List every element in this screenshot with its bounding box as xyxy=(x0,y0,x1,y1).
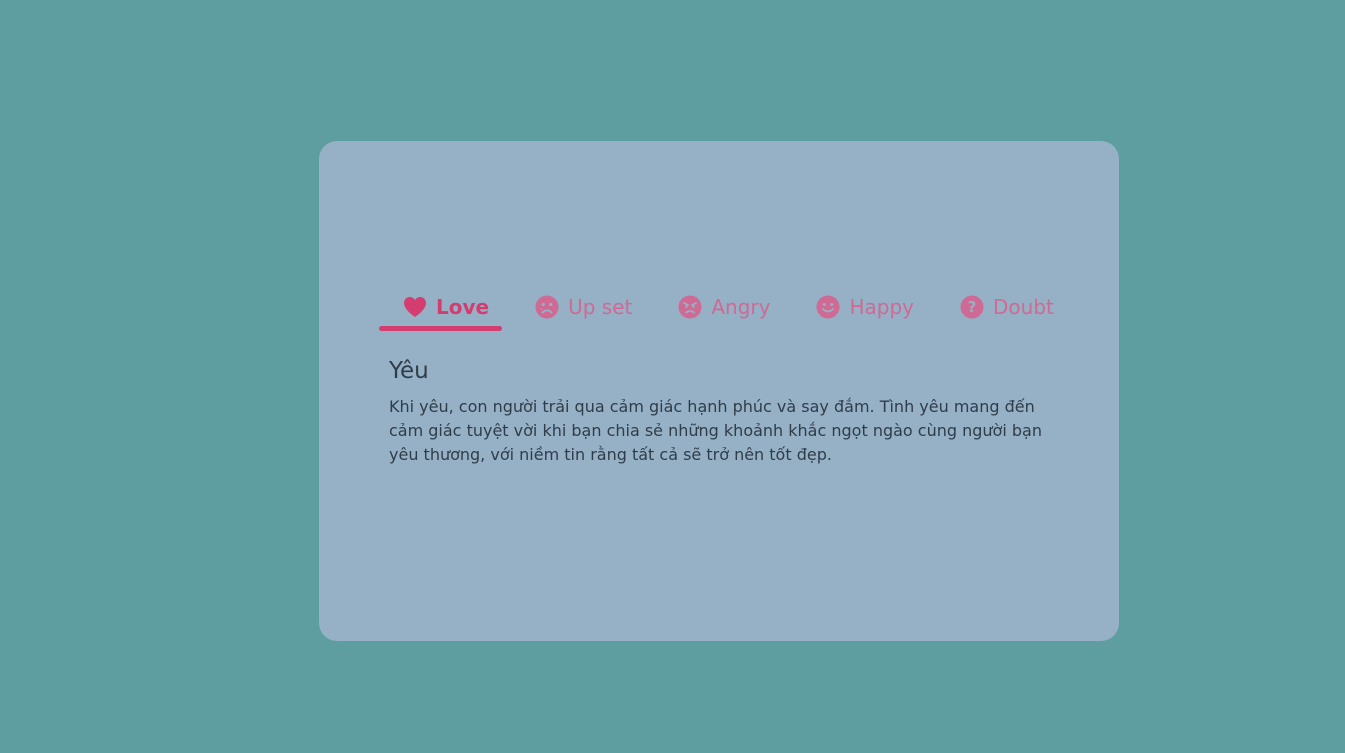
tab-doubt[interactable]: ? Doubt xyxy=(936,285,1076,329)
panel-title: Yêu xyxy=(389,358,429,384)
active-tab-indicator xyxy=(379,326,502,331)
tab-upset[interactable]: Up set xyxy=(511,285,654,329)
tab-panel: Yêu Khi yêu, con người trải qua cảm giác… xyxy=(389,355,1049,467)
panel-body: Khi yêu, con người trải qua cảm giác hạn… xyxy=(389,397,1042,464)
tab-happy[interactable]: Happy xyxy=(792,285,936,329)
heart-icon xyxy=(403,295,427,319)
emotion-card: Love Up set Angry Happy ? Doubt Yêu Khi … xyxy=(319,141,1119,641)
question-icon: ? xyxy=(960,295,984,319)
sad-face-icon xyxy=(535,295,559,319)
angry-face-icon xyxy=(678,295,702,319)
tab-love[interactable]: Love xyxy=(379,285,511,329)
tab-doubt-label: Doubt xyxy=(993,295,1054,319)
svg-text:?: ? xyxy=(968,298,977,316)
smile-face-icon xyxy=(816,295,840,319)
tab-happy-label: Happy xyxy=(849,295,915,319)
tab-angry-label: Angry xyxy=(711,295,771,319)
tab-love-label: Love xyxy=(436,295,490,319)
tab-angry[interactable]: Angry xyxy=(654,285,792,329)
tab-upset-label: Up set xyxy=(568,295,633,319)
